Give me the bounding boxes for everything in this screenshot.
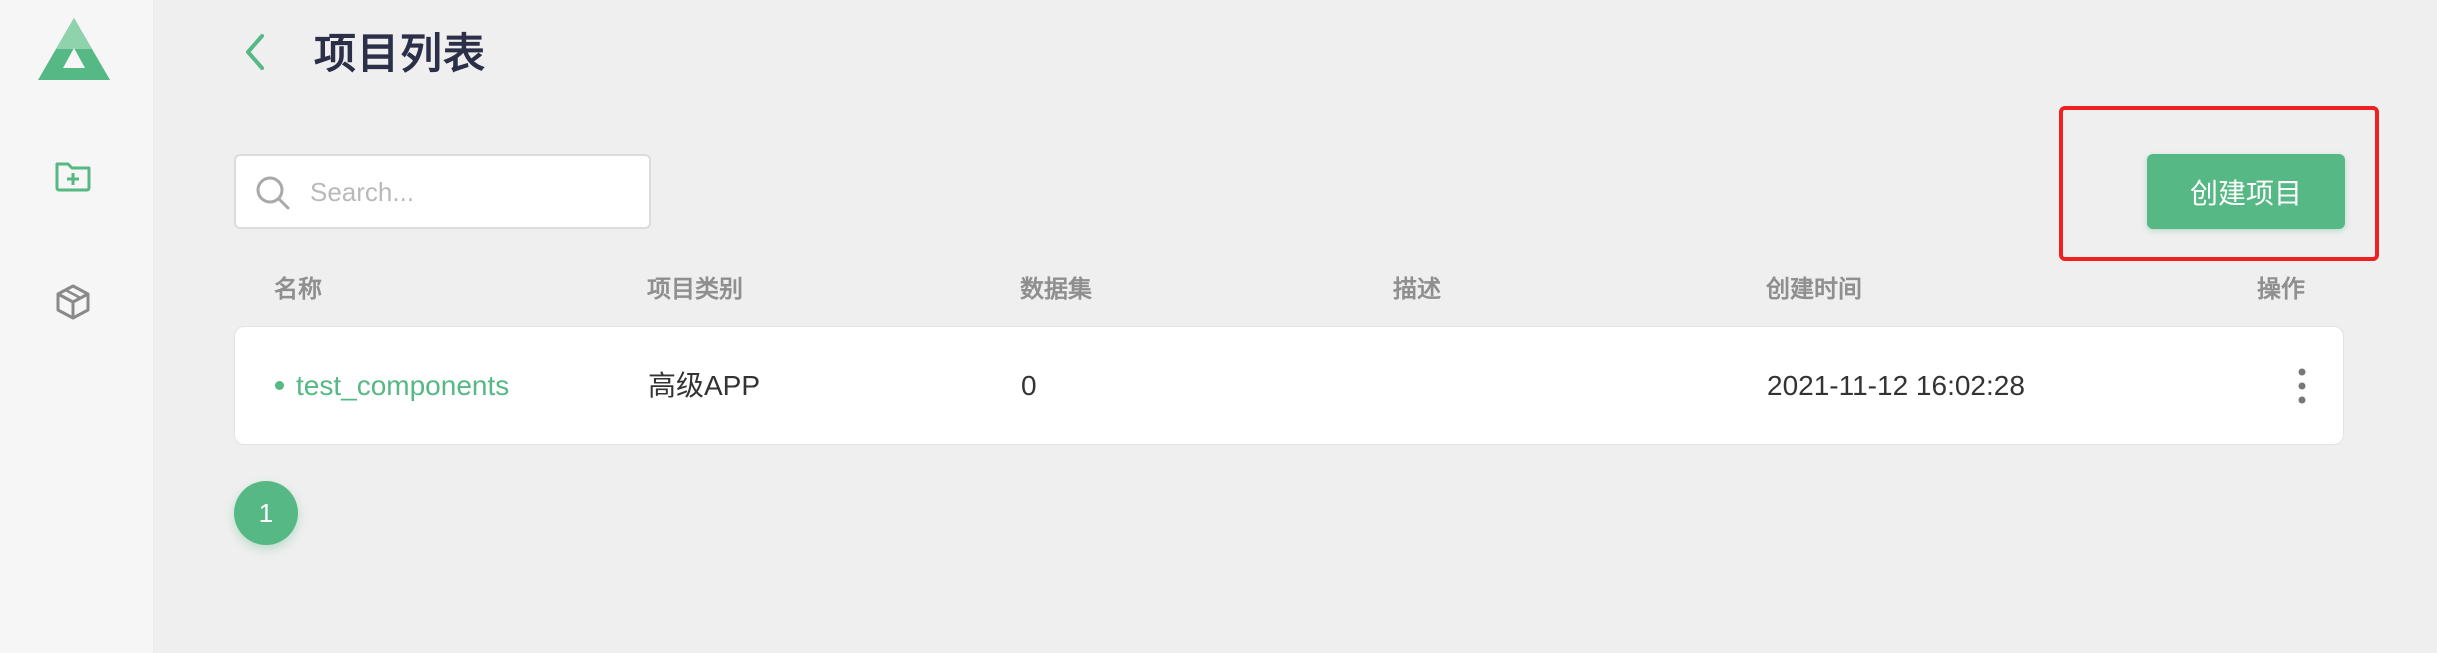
table-header: 名称 项目类别 数据集 描述 创建时间 操作 (234, 270, 2344, 310)
folder-add-icon (52, 162, 94, 200)
chevron-left-icon (240, 34, 270, 78)
sidebar-item-packages[interactable] (52, 281, 94, 323)
sidebar (0, 0, 154, 653)
search-icon (254, 174, 292, 212)
sidebar-item-projects[interactable] (52, 154, 94, 196)
row-actions-button[interactable] (2282, 361, 2322, 411)
column-header-datasets: 数据集 (1020, 276, 1092, 303)
create-project-button[interactable]: 创建项目 (2147, 154, 2345, 229)
column-header-name: 名称 (274, 276, 322, 303)
status-dot (275, 381, 284, 391)
project-created-time: 2021-11-12 16:02:28 (1767, 370, 2025, 401)
search-input[interactable] (310, 166, 630, 218)
project-category: 高级APP (648, 370, 761, 401)
column-header-category: 项目类别 (647, 276, 743, 303)
project-datasets: 0 (1021, 370, 1037, 401)
page-title: 项目列表 (314, 30, 487, 77)
back-button[interactable] (240, 30, 270, 74)
column-header-created: 创建时间 (1766, 276, 1862, 303)
main-content: 项目列表 创建项目 名称 项目类别 数据集 描述 创建时间 操作 test_co… (154, 0, 2437, 653)
search-box[interactable] (234, 154, 651, 229)
column-header-description: 描述 (1393, 276, 1441, 303)
column-header-actions: 操作 (2257, 276, 2305, 303)
project-name-link[interactable]: test_components (275, 365, 509, 407)
more-vertical-icon (2282, 368, 2322, 415)
app-logo[interactable] (38, 18, 110, 80)
pagination-page-1[interactable]: 1 (234, 481, 298, 545)
table-row[interactable]: test_components 高级APP 0 2021-11-12 16:02… (234, 326, 2344, 445)
cube-icon (52, 284, 94, 327)
project-name: test_components (296, 370, 510, 401)
